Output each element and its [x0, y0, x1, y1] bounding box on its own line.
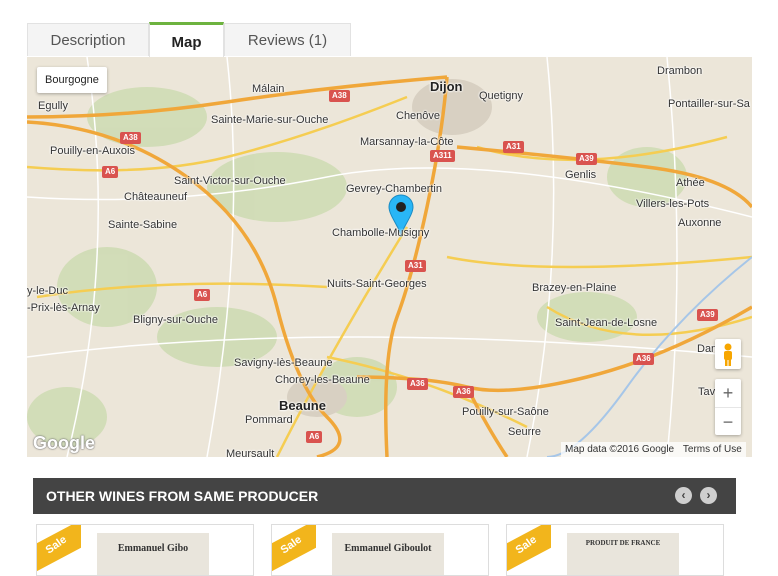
map-label: Auxonne [678, 217, 722, 229]
map-label: Gevrey-Chambertin [346, 183, 442, 195]
map-label: Chenôve [396, 110, 441, 122]
map-region-label: Bourgogne [37, 67, 107, 93]
map-label: Sainte-Sabine [108, 219, 178, 231]
map-label: Saint-Jean-de-Losne [555, 317, 658, 329]
map-label: Egully [38, 100, 68, 112]
product-card[interactable]: PRODUIT DE FRANCE Sale [506, 524, 724, 576]
map-data-credit: Map data ©2016 Google [565, 444, 675, 455]
product-card[interactable]: Emmanuel Gibo Sale [36, 524, 254, 576]
bottle-label-text: Emmanuel Gibo [117, 543, 189, 554]
tab-reviews[interactable]: Reviews (1) [224, 23, 351, 56]
other-wines-header: OTHER WINES FROM SAME PRODUCER ‹ › [33, 478, 736, 514]
google-logo: Google [33, 433, 95, 453]
map-label: Marsannay-la-Côte [360, 136, 454, 148]
street-view-pegman-icon[interactable] [715, 339, 741, 369]
map-label: Pouilly-en-Auxois [50, 145, 135, 157]
zoom-in-button[interactable]: + [715, 379, 741, 407]
map-label-dijon: Dijon [430, 79, 463, 94]
road-shield: A6 [194, 289, 211, 301]
map-label: Savigny-lès-Beaune [234, 357, 333, 369]
product-card[interactable]: Emmanuel Giboulot Sale [271, 524, 489, 576]
product-tabs: Description Map Reviews (1) [27, 22, 752, 58]
road-shield: A39 [697, 309, 718, 321]
road-shield: A36 [407, 378, 428, 390]
map-attribution: Map data ©2016 Google Terms of Use [561, 442, 746, 457]
map-canvas [27, 57, 752, 457]
map-label: Seurre [508, 426, 542, 438]
map-label: Bligny-sur-Ouche [133, 314, 218, 326]
map-label: Pontailler-sur-Sa [668, 98, 750, 110]
road-shield: A36 [633, 353, 654, 365]
carousel-prev-button[interactable]: ‹ [675, 487, 692, 504]
road-shield: A31 [405, 260, 426, 272]
map-label: Sainte-Marie-sur-Ouche [211, 114, 329, 126]
road-shield: A38 [329, 90, 350, 102]
map-label: Quetigny [479, 90, 524, 102]
zoom-control: + − [715, 379, 741, 435]
map-label: Chambolle-Musigny [332, 227, 430, 239]
bottle-label-text: Emmanuel Giboulot [344, 543, 432, 554]
zoom-out-button[interactable]: − [715, 407, 741, 436]
road-shield: A311 [430, 150, 455, 162]
product-image: Emmanuel Gibo [97, 533, 209, 575]
map-label: Pommard [245, 414, 293, 426]
road-shield: A31 [503, 141, 524, 153]
road-shield: A6 [102, 166, 119, 178]
map-label: Nuits-Saint-Georges [327, 278, 427, 290]
map-label: Chorey-les-Beaune [275, 374, 370, 386]
road-shield: A36 [453, 386, 474, 398]
terms-of-use-link[interactable]: Terms of Use [683, 444, 742, 455]
map-view[interactable]: Dijon Drambon Quetigny Málain Egully Che… [27, 57, 752, 457]
map-label: Athée [676, 177, 705, 189]
map-label-beaune: Beaune [279, 398, 326, 413]
road-shield: A6 [306, 431, 323, 443]
map-label: -Prix-lès-Arnay [27, 302, 100, 314]
map-label: Málain [252, 83, 285, 95]
product-image: Emmanuel Giboulot [332, 533, 444, 575]
map-label: y-le-Duc [27, 285, 68, 297]
other-wines-title: OTHER WINES FROM SAME PRODUCER [46, 488, 319, 504]
bottle-label-text: PRODUIT DE FRANCE [585, 539, 661, 547]
map-label: Genlis [565, 169, 597, 181]
map-label: Drambon [657, 65, 703, 77]
map-label: Pouilly-sur-Saône [462, 406, 549, 418]
map-label: Villers-les-Pots [636, 198, 710, 210]
map-label: Tav [698, 386, 716, 398]
tab-map[interactable]: Map [149, 22, 224, 58]
map-label: Saint-Victor-sur-Ouche [174, 175, 286, 187]
carousel-next-button[interactable]: › [700, 487, 717, 504]
product-image: PRODUIT DE FRANCE [567, 533, 679, 575]
road-shield: A38 [120, 132, 141, 144]
map-label: Brazey-en-Plaine [532, 282, 617, 294]
road-shield: A39 [576, 153, 597, 165]
map-label: Meursault [226, 448, 275, 457]
tab-description[interactable]: Description [27, 23, 149, 56]
map-label: Châteauneuf [124, 191, 187, 203]
